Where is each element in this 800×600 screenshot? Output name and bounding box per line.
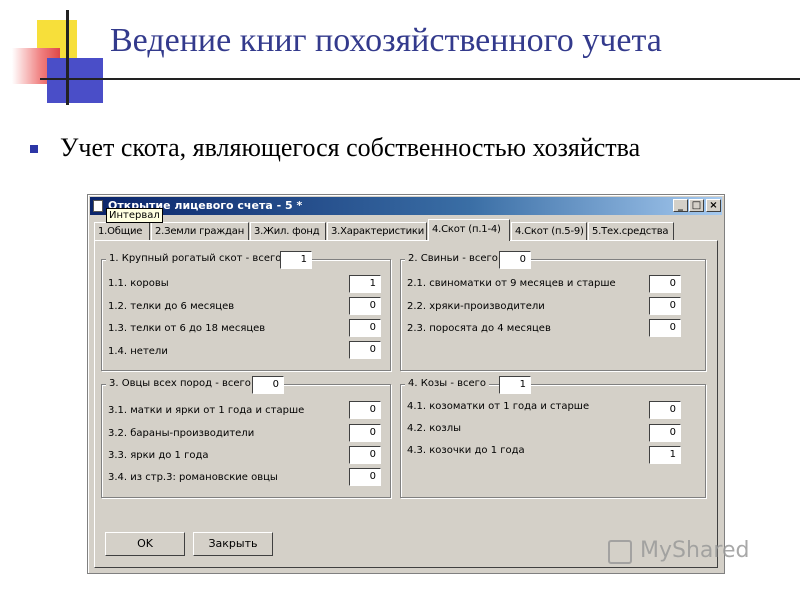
- row-label: 4.2. козлы: [407, 423, 462, 434]
- window-titlebar[interactable]: Открытие лицевого счета - 5 * _ □ ×: [90, 197, 722, 215]
- row-label: 2.2. хряки-производители: [407, 301, 545, 312]
- boars-field[interactable]: 0: [649, 297, 681, 315]
- close-window-button[interactable]: ×: [706, 199, 721, 212]
- row-label: 4.3. козочки до 1 года: [407, 445, 525, 456]
- tab-general[interactable]: 1.Общие: [94, 222, 150, 240]
- tab-panel: 1. Крупный рогатый скот - всего 1 1.1. к…: [94, 240, 718, 568]
- row-label: 1.3. телки от 6 до 18 месяцев: [108, 323, 266, 334]
- group-goats-title: 4. Козы - всего: [405, 375, 490, 393]
- tab-tech-equipment[interactable]: 5.Тех.средства: [588, 222, 674, 240]
- row-label: 3.4. из стр.3: романовские овцы: [108, 472, 278, 483]
- row-label: 4.1. козоматки от 1 года и старше: [407, 401, 590, 412]
- document-icon: [93, 200, 103, 212]
- decor-horizontal-line: [40, 78, 800, 80]
- does-field[interactable]: 0: [649, 401, 681, 419]
- row-label: 3.1. матки и ярки от 1 года и старше: [108, 405, 305, 416]
- bullet-marker: [30, 145, 38, 153]
- heifers-under-6m-field[interactable]: 0: [349, 297, 381, 315]
- row-label: 1.2. телки до 6 месяцев: [108, 301, 235, 312]
- slide-title: Ведение книг похозяйственного учета: [110, 22, 662, 59]
- row-label: 1.4. нетели: [108, 346, 168, 357]
- heifers-6-18m-field[interactable]: 0: [349, 319, 381, 337]
- tab-housing[interactable]: 3.Жил. фонд: [250, 222, 326, 240]
- tab-livestock-5-9[interactable]: 4.Скот (п.5-9): [511, 222, 587, 240]
- cattle-total-field[interactable]: 1: [280, 251, 312, 269]
- row-label: 3.3. ярки до 1 года: [108, 450, 209, 461]
- decor-blue-square: [47, 58, 103, 103]
- cows-field[interactable]: 1: [349, 275, 381, 293]
- row-label: 3.2. бараны-производители: [108, 428, 255, 439]
- tab-livestock-1-4[interactable]: 4.Скот (п.1-4): [428, 219, 510, 241]
- tab-citizen-lands[interactable]: 2.Земли граждан: [151, 222, 249, 240]
- slide-bullet-text: Учет скота, являющегося собственностью х…: [60, 133, 641, 162]
- doelings-field[interactable]: 1: [649, 446, 681, 464]
- group-pigs-title: 2. Свиньи - всего: [405, 250, 501, 268]
- sows-field[interactable]: 0: [649, 275, 681, 293]
- account-window: Открытие лицевого счета - 5 * _ □ × 1.Об…: [87, 194, 725, 574]
- pigs-total-field[interactable]: 0: [499, 251, 531, 269]
- group-sheep-title: 3. Овцы всех пород - всего: [106, 375, 254, 393]
- piglets-field[interactable]: 0: [649, 319, 681, 337]
- group-cattle-title: 1. Крупный рогатый скот - всего: [106, 250, 285, 268]
- watermark-text: MyShared: [640, 538, 750, 563]
- ok-button[interactable]: OK: [105, 532, 185, 556]
- group-goats: 4. Козы - всего 1 4.1. козоматки от 1 го…: [400, 375, 706, 498]
- ewes-field[interactable]: 0: [349, 401, 381, 419]
- group-cattle: 1. Крупный рогатый скот - всего 1 1.1. к…: [101, 250, 391, 371]
- sheep-total-field[interactable]: 0: [252, 376, 284, 394]
- bucks-field[interactable]: 0: [649, 424, 681, 442]
- decor-vertical-line: [66, 10, 69, 105]
- close-button[interactable]: Закрыть: [193, 532, 273, 556]
- tab-characteristics[interactable]: 3.Характеристики: [327, 222, 427, 240]
- young-ewes-field[interactable]: 0: [349, 446, 381, 464]
- maximize-button[interactable]: □: [689, 199, 704, 212]
- tooltip: Интервал: [106, 208, 163, 223]
- watermark-logo-icon: [608, 540, 632, 564]
- romanov-sheep-field[interactable]: 0: [349, 468, 381, 486]
- row-label: 2.1. свиноматки от 9 месяцев и старше: [407, 278, 616, 289]
- row-label: 1.1. коровы: [108, 278, 169, 289]
- row-label: 2.3. поросята до 4 месяцев: [407, 323, 551, 334]
- rams-field[interactable]: 0: [349, 424, 381, 442]
- group-sheep: 3. Овцы всех пород - всего 0 3.1. матки …: [101, 375, 391, 498]
- goats-total-field[interactable]: 1: [499, 376, 531, 394]
- group-pigs: 2. Свиньи - всего 0 2.1. свиноматки от 9…: [400, 250, 706, 371]
- minimize-button[interactable]: _: [673, 199, 688, 212]
- heifers-field[interactable]: 0: [349, 341, 381, 359]
